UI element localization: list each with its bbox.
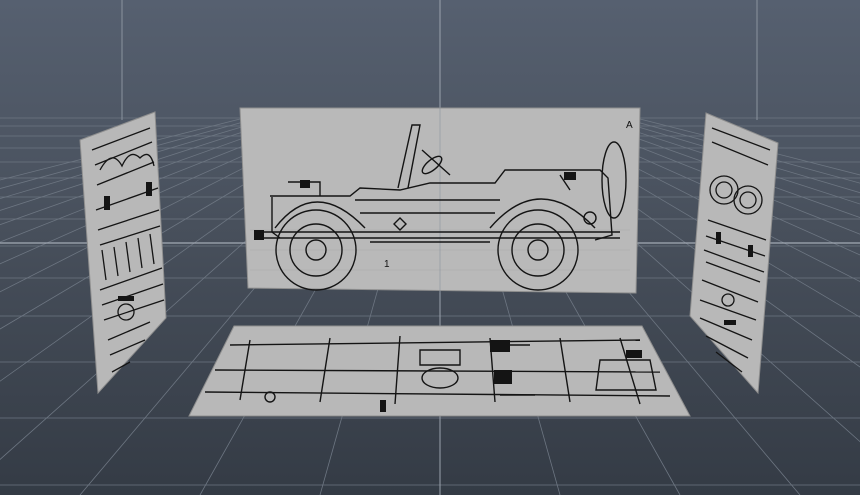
3d-viewport[interactable]: A 1 [0,0,860,495]
side-view-blueprint[interactable]: A 1 [239,107,641,294]
side-view-secondary-label: 1 [384,259,390,270]
top-view-blueprint[interactable] [188,325,691,417]
side-view-label: A [626,120,633,131]
viewport-scene: A 1 [0,0,860,495]
